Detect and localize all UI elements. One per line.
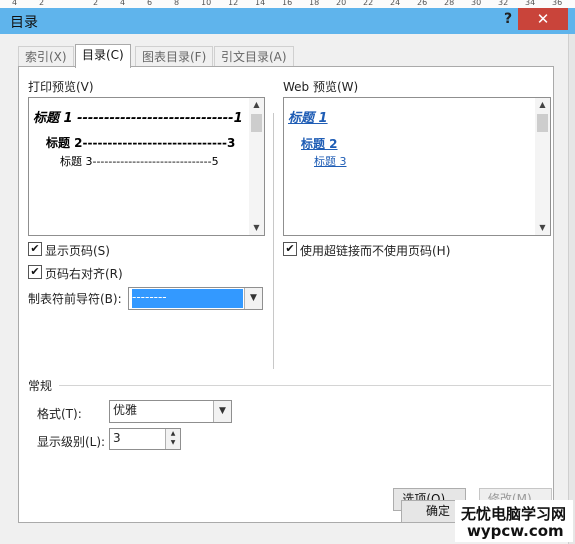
- ruler-mark: 10: [201, 0, 212, 7]
- title-bar: 目录 ? ✕: [0, 8, 575, 34]
- hyperlinks-checkbox[interactable]: ✔: [283, 242, 297, 256]
- web-preview-label: Web 预览(W): [283, 80, 359, 94]
- print-preview-heading-3: 标题 3------------------------------5: [60, 155, 219, 168]
- ruler-mark: 14: [255, 0, 266, 7]
- ruler-mark: 4: [120, 0, 126, 7]
- general-section-label: 常规: [28, 379, 53, 393]
- scroll-thumb[interactable]: [251, 114, 262, 132]
- tab-leader-dropdown[interactable]: -------- ▼: [128, 287, 263, 310]
- ruler-mark: 12: [228, 0, 239, 7]
- site-watermark: 无忧电脑学习网 wypcw.com: [455, 500, 573, 542]
- watermark-line-1: 无忧电脑学习网: [461, 505, 567, 523]
- scroll-up-icon[interactable]: ▲: [249, 98, 264, 112]
- web-preview-scrollbar[interactable]: ▲ ▼: [535, 98, 550, 235]
- web-preview-box[interactable]: 标题 1 标题 2 标题 3 ▲ ▼: [283, 97, 551, 236]
- print-preview-box[interactable]: 标题 1 -----------------------------1 标题 2…: [28, 97, 265, 236]
- ruler-mark: 22: [363, 0, 374, 7]
- format-value: 优雅: [113, 403, 138, 417]
- ruler-mark: 8: [174, 0, 180, 7]
- ruler-mark: 24: [390, 0, 401, 7]
- background-document-strip: [568, 34, 575, 544]
- right-align-checkbox[interactable]: ✔: [28, 265, 42, 279]
- ruler-mark: 28: [444, 0, 455, 7]
- web-preview-heading-1[interactable]: 标题 1: [288, 107, 328, 126]
- close-button[interactable]: ✕: [518, 8, 568, 30]
- ruler-mark: 20: [336, 0, 347, 7]
- ruler-mark: 6: [147, 0, 153, 7]
- general-divider: [59, 385, 551, 386]
- ruler-mark: 30: [471, 0, 482, 7]
- web-preview-heading-3[interactable]: 标题 3: [314, 153, 347, 169]
- scroll-thumb[interactable]: [537, 114, 548, 132]
- ruler-mark: 2: [39, 0, 45, 7]
- print-preview-heading-2: 标题 2-----------------------------3: [46, 136, 236, 150]
- show-page-numbers-checkbox[interactable]: ✔: [28, 242, 42, 256]
- web-preview-heading-2[interactable]: 标题 2: [301, 135, 338, 152]
- ruler-mark: 2: [93, 0, 99, 7]
- print-preview-scrollbar[interactable]: ▲ ▼: [249, 98, 264, 235]
- ruler-mark: 4: [12, 0, 18, 7]
- ruler-mark: 36: [552, 0, 563, 7]
- stepper-arrows-icon[interactable]: ▲ ▼: [165, 429, 180, 449]
- levels-stepper[interactable]: 3 ▲ ▼: [109, 428, 181, 450]
- watermark-line-2: wypcw.com: [467, 522, 564, 540]
- print-preview-heading-1: 标题 1 -----------------------------1: [33, 111, 243, 126]
- chevron-down-icon[interactable]: ▼: [213, 401, 231, 422]
- tab-index[interactable]: 索引(X): [18, 46, 74, 67]
- scroll-down-icon[interactable]: ▼: [535, 221, 550, 235]
- tab-figure-toc[interactable]: 图表目录(F): [135, 46, 214, 67]
- levels-value[interactable]: 3: [113, 430, 161, 448]
- format-dropdown[interactable]: 优雅 ▼: [109, 400, 232, 423]
- ruler-mark: 32: [498, 0, 509, 7]
- scroll-down-icon[interactable]: ▼: [249, 221, 264, 235]
- ruler-mark: 16: [282, 0, 293, 7]
- tab-citation-toc[interactable]: 引文目录(A): [214, 46, 294, 67]
- levels-label: 显示级别(L):: [37, 435, 106, 449]
- format-label: 格式(T):: [37, 407, 82, 421]
- tab-toc[interactable]: 目录(C): [75, 44, 131, 68]
- help-button[interactable]: ?: [498, 11, 518, 31]
- tab-leader-value: --------: [132, 289, 243, 308]
- window-title: 目录: [10, 15, 38, 31]
- ruler-mark: 18: [309, 0, 320, 7]
- chevron-down-icon[interactable]: ▼: [244, 288, 262, 309]
- ruler-mark: 26: [417, 0, 428, 7]
- print-preview-label: 打印预览(V): [28, 80, 94, 94]
- toc-tab-panel: 打印预览(V) 标题 1 ---------------------------…: [18, 66, 554, 523]
- hyperlinks-label: 使用超链接而不使用页码(H): [300, 244, 451, 258]
- tab-leader-label: 制表符前导符(B):: [28, 292, 122, 306]
- show-page-numbers-label: 显示页码(S): [45, 244, 110, 258]
- ruler-mark: 34: [525, 0, 536, 7]
- right-align-label: 页码右对齐(R): [45, 267, 123, 281]
- vertical-divider: [273, 113, 274, 369]
- toc-dialog: 索引(X) 目录(C) 图表目录(F) 引文目录(A) 打印预览(V) 标题 1…: [0, 34, 575, 544]
- scroll-up-icon[interactable]: ▲: [535, 98, 550, 112]
